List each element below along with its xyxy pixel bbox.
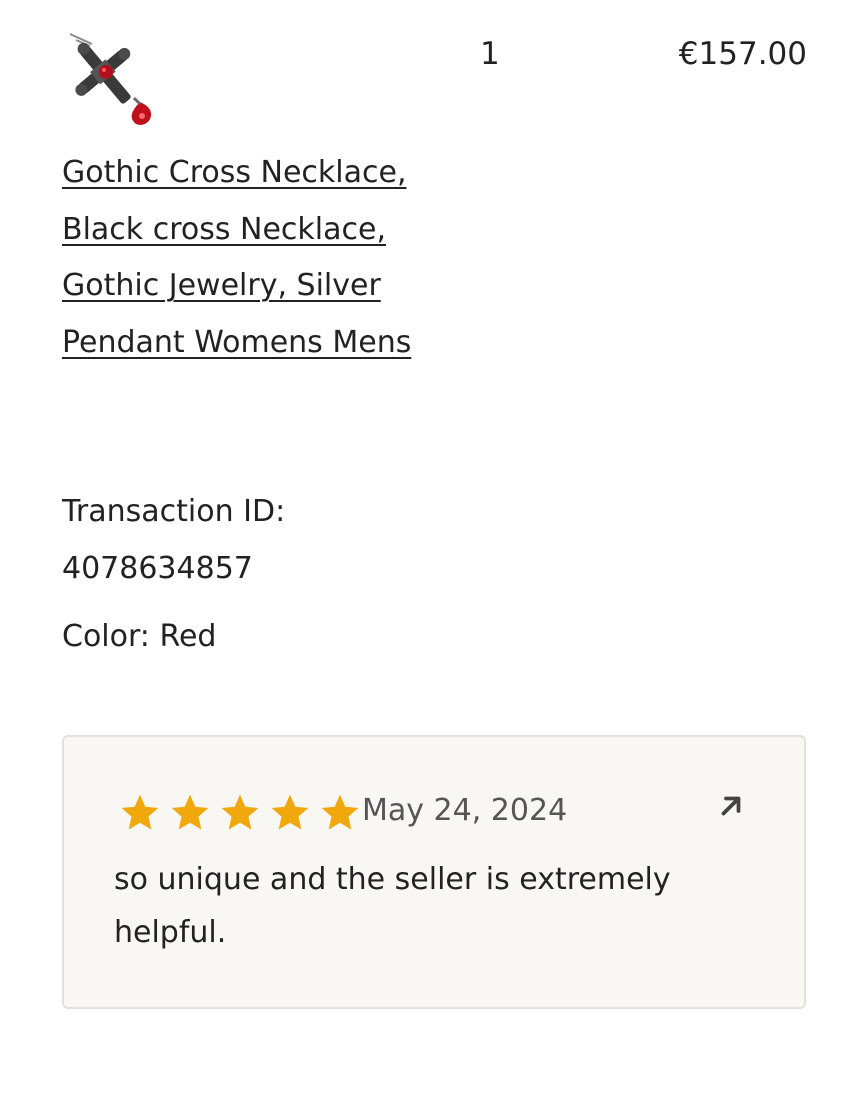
- transaction-info: Transaction ID: 4078634857: [62, 484, 422, 597]
- transaction-label: Transaction ID:: [62, 494, 286, 529]
- transaction-id: 4078634857: [62, 550, 253, 586]
- review-date: May 24, 2024: [362, 793, 568, 828]
- star-icon: [321, 794, 359, 830]
- star-icon: [221, 794, 259, 830]
- item-price: €157.00: [678, 36, 807, 72]
- star-icon: [271, 794, 309, 830]
- cross-pendant-image: [62, 32, 158, 128]
- star-icon: [121, 794, 159, 830]
- star-icon: [171, 794, 209, 830]
- item-title-link[interactable]: Gothic Cross Necklace, Black cross Neckl…: [62, 145, 422, 371]
- review-text: so unique and the seller is extremely he…: [114, 862, 671, 950]
- arrow-up-right-icon[interactable]: [716, 791, 746, 821]
- item-thumbnail[interactable]: [62, 32, 158, 128]
- review-card: May 24, 2024 so unique and the seller is…: [62, 735, 806, 1009]
- star-rating: [118, 791, 362, 835]
- item-variation: Color: Red: [62, 619, 217, 654]
- item-quantity: 1: [480, 36, 500, 72]
